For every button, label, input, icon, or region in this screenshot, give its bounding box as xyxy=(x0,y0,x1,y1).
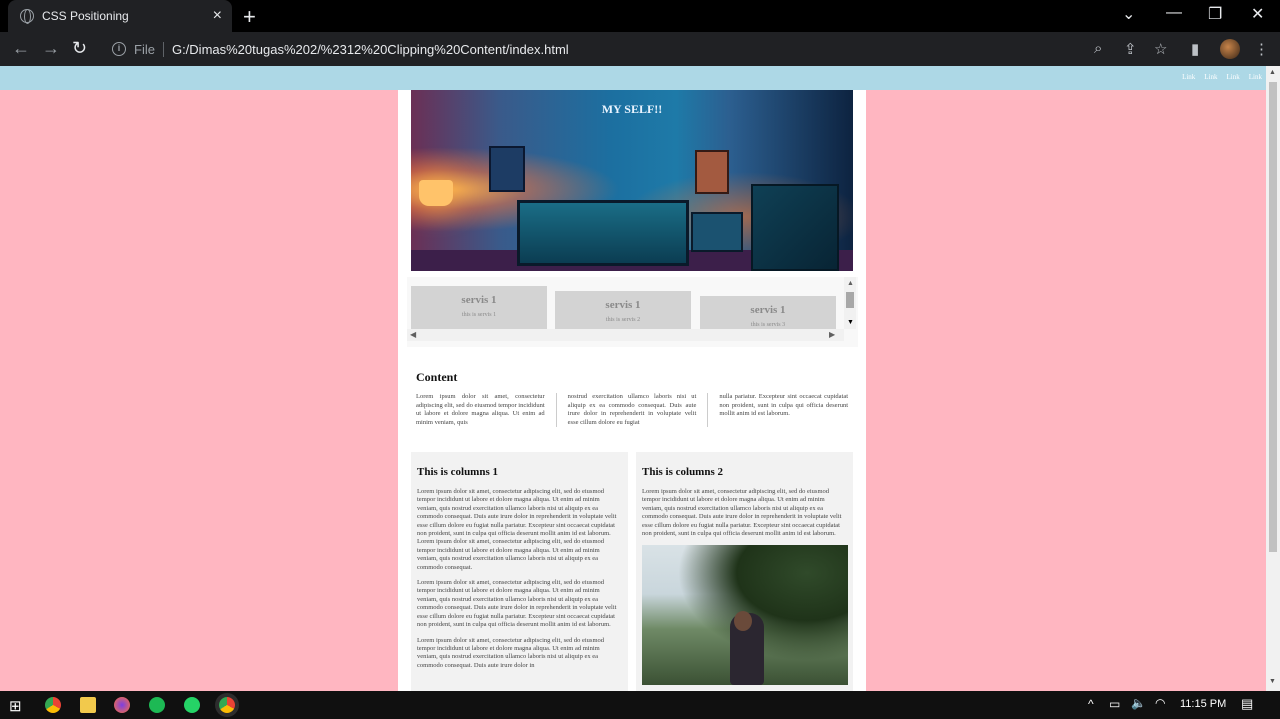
column-1-box: This is columns 1 Lorem ipsum dolor sit … xyxy=(411,452,628,691)
person-photo xyxy=(642,545,848,686)
scroll-up-icon[interactable]: ▲ xyxy=(847,279,854,287)
spotify-icon[interactable] xyxy=(149,697,165,713)
servis-card-2: servis 1 this is servis 2 xyxy=(555,291,691,333)
column-2-paragraph: Lorem ipsum dolor sit amet, consectetur … xyxy=(642,488,842,538)
column-1-paragraph: Lorem ipsum dolor sit amet, consectetur … xyxy=(417,579,617,629)
info-icon[interactable]: i xyxy=(112,42,126,56)
column-1-paragraph: Lorem ipsum dolor sit amet, consectetur … xyxy=(417,636,605,669)
zoom-icon[interactable]: ⌕ xyxy=(1094,40,1102,57)
window-titlebar: CSS Positioning × + ⌄ — ❐ ✕ xyxy=(0,0,1280,32)
page-viewport: Link Link Link Link MY SELF!! servis 1 t… xyxy=(0,66,1266,691)
column-2-title: This is columns 2 xyxy=(642,466,723,478)
windows-taskbar: ⊞ ^ ▭ 🔈 ◠ 11:15 PM ▤ xyxy=(0,691,1280,719)
column-1-paragraph: Lorem ipsum dolor sit amet, consectetur … xyxy=(417,488,617,571)
nav-link-4[interactable]: Link xyxy=(1249,73,1262,81)
close-window-button[interactable]: ✕ xyxy=(1251,4,1264,24)
main-container: MY SELF!! servis 1 this is servis 1 serv… xyxy=(398,90,866,691)
tab-search-icon[interactable]: ⌄ xyxy=(1122,4,1135,24)
servis-scroll-area[interactable]: servis 1 this is servis 1 servis 1 this … xyxy=(407,277,858,347)
restore-button[interactable]: ❐ xyxy=(1208,4,1222,24)
forward-arrow-icon[interactable]: → xyxy=(42,38,60,59)
second-monitor-shape xyxy=(691,212,743,252)
servis-card-3: servis 1 this is servis 3 xyxy=(700,296,836,333)
servis-horizontal-scrollbar[interactable]: ◀ ▶ xyxy=(407,329,844,341)
content-heading: Content xyxy=(416,370,458,384)
scroll-thumb[interactable] xyxy=(846,292,854,308)
tray-chevron-icon[interactable]: ^ xyxy=(1088,697,1094,711)
servis-card-1: servis 1 this is servis 1 xyxy=(411,286,547,333)
scroll-down-icon[interactable]: ▼ xyxy=(1269,678,1276,685)
scroll-right-icon[interactable]: ▶ xyxy=(829,330,835,339)
monitor-shape xyxy=(517,200,689,266)
profile-avatar[interactable] xyxy=(1220,39,1240,59)
volume-icon[interactable]: 🔈 xyxy=(1131,696,1146,710)
new-tab-button[interactable]: + xyxy=(243,4,256,30)
tab-close-icon[interactable]: × xyxy=(213,7,222,25)
url-text[interactable]: G:/Dimas%20tugas%202/%2312%20Clipping%20… xyxy=(172,42,569,57)
chrome-icon[interactable] xyxy=(45,697,61,713)
browser-toolbar: ← → ↻ i File G:/Dimas%20tugas%202/%2312%… xyxy=(0,32,1280,66)
nav-link-2[interactable]: Link xyxy=(1204,73,1217,81)
hero-banner: MY SELF!! xyxy=(411,90,853,271)
lamp-shape xyxy=(419,180,453,206)
column-2-box: This is columns 2 Lorem ipsum dolor sit … xyxy=(636,452,853,691)
servis-text: this is servis 1 xyxy=(461,312,497,318)
minimize-button[interactable]: — xyxy=(1166,4,1182,22)
page-vertical-scrollbar[interactable]: ▲ ▼ xyxy=(1266,66,1280,691)
content-column-1: Lorem ipsum dolor sit amet, consectetur … xyxy=(416,393,557,427)
reload-icon[interactable]: ↻ xyxy=(72,38,87,59)
servis-text: this is servis 2 xyxy=(605,317,641,323)
whatsapp-icon[interactable] xyxy=(184,697,200,713)
browser-tab[interactable]: CSS Positioning × xyxy=(8,0,232,32)
address-bar[interactable]: i File G:/Dimas%20tugas%202/%2312%20Clip… xyxy=(102,36,1182,62)
scroll-up-icon[interactable]: ▲ xyxy=(1269,69,1276,76)
top-nav: Link Link Link Link xyxy=(0,66,1266,90)
page-scroll-thumb[interactable] xyxy=(1269,82,1277,552)
firefox-icon[interactable] xyxy=(114,697,130,713)
servis-text: this is servis 3 xyxy=(750,322,786,328)
side-panel-icon[interactable]: ▮ xyxy=(1191,40,1199,58)
battery-icon[interactable]: ▭ xyxy=(1109,697,1120,711)
content-column-2: nostrud exercitation ullamco laboris nis… xyxy=(557,393,709,427)
servis-title: servis 1 xyxy=(461,294,497,306)
clock[interactable]: 11:15 PM xyxy=(1180,698,1226,710)
back-arrow-icon[interactable]: ← xyxy=(12,38,30,59)
bookmark-star-icon[interactable]: ☆ xyxy=(1154,40,1167,58)
servis-vertical-scrollbar[interactable]: ▲ ▼ xyxy=(844,277,856,329)
column-1-title: This is columns 1 xyxy=(417,466,498,478)
wall-frame-right xyxy=(695,150,729,194)
servis-title: servis 1 xyxy=(750,304,786,316)
pc-case-shape xyxy=(751,184,839,271)
notification-icon[interactable]: ▤ xyxy=(1241,696,1253,712)
windows-start-icon[interactable]: ⊞ xyxy=(9,697,22,715)
share-icon[interactable]: ⇪ xyxy=(1124,40,1137,58)
wifi-icon[interactable]: ◠ xyxy=(1155,696,1165,710)
scroll-down-icon[interactable]: ▼ xyxy=(847,318,854,326)
menu-kebab-icon[interactable]: ⋮ xyxy=(1254,40,1269,58)
file-explorer-icon[interactable] xyxy=(80,697,96,713)
content-columns: Lorem ipsum dolor sit amet, consectetur … xyxy=(416,393,848,427)
tab-title: CSS Positioning xyxy=(42,9,129,23)
file-label: File xyxy=(134,41,164,57)
chrome-active-icon[interactable] xyxy=(219,697,235,713)
scroll-left-icon[interactable]: ◀ xyxy=(410,330,416,339)
nav-link-1[interactable]: Link xyxy=(1182,73,1195,81)
globe-icon xyxy=(20,9,34,24)
nav-link-3[interactable]: Link xyxy=(1227,73,1240,81)
wall-frame-left xyxy=(489,146,525,192)
servis-title: servis 1 xyxy=(605,299,641,311)
content-column-3: nulla pariatur. Excepteur sint occaecat … xyxy=(719,393,849,417)
hero-title: MY SELF!! xyxy=(601,102,663,116)
